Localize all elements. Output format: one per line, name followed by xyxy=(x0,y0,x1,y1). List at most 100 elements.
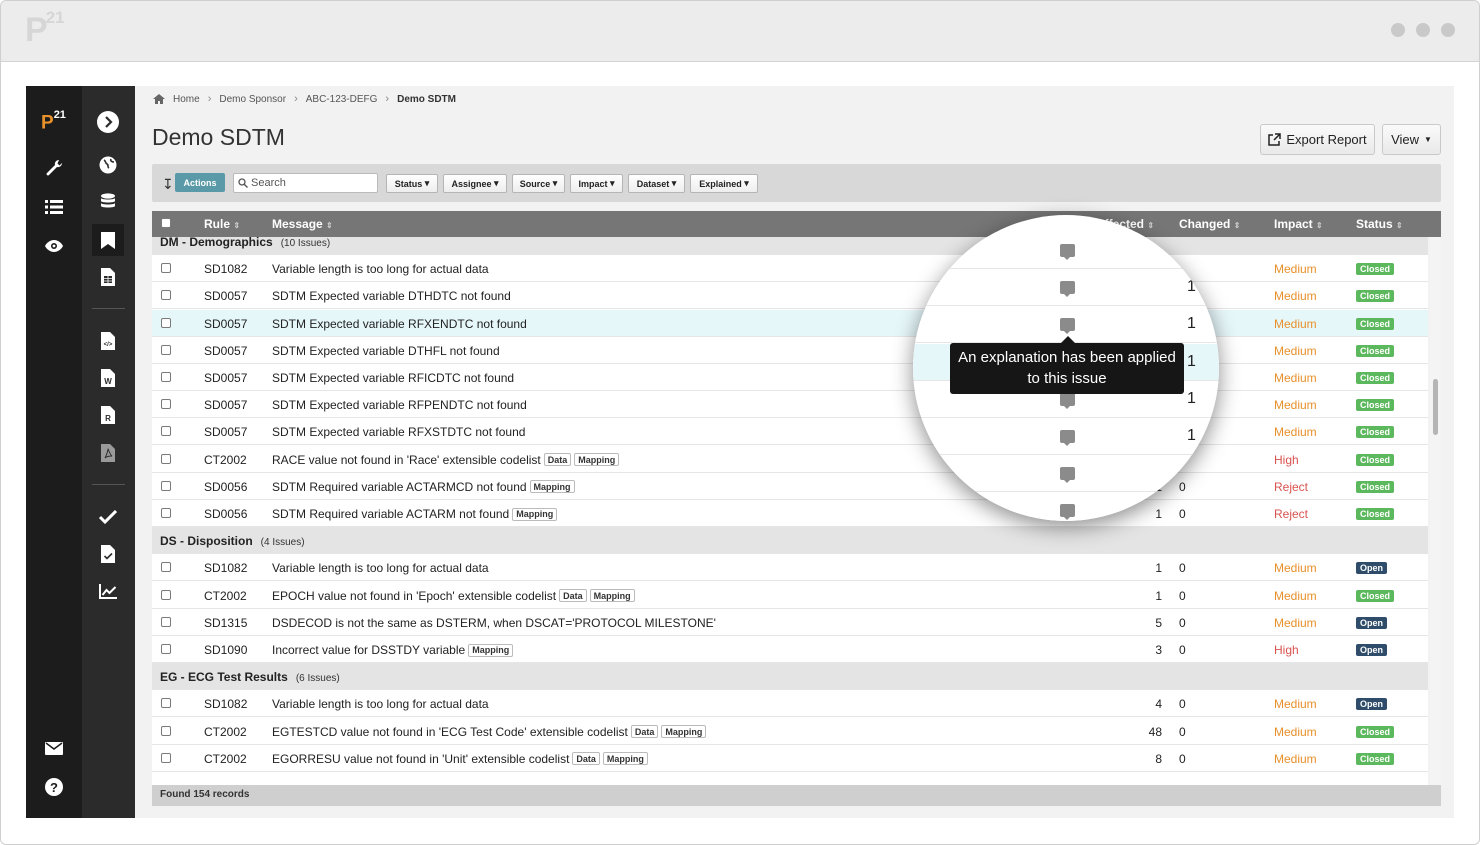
table-scrollbar[interactable] xyxy=(1430,237,1441,790)
search-input[interactable]: Search xyxy=(233,173,378,193)
export-report-button[interactable]: Export Report xyxy=(1260,124,1375,155)
table-row[interactable]: SD0056 SDTM Required variable ACTARM not … xyxy=(152,500,1428,527)
message-cell: SDTM Expected variable DTHFL not found xyxy=(272,344,500,358)
explanation-comment-icon[interactable] xyxy=(1060,318,1075,335)
table-row[interactable]: SD0057 SDTM Expected variable RFXENDTC no… xyxy=(152,309,1428,337)
row-checkbox[interactable] xyxy=(161,562,171,573)
table-row[interactable]: SD1082 Variable length is too long for ac… xyxy=(152,554,1428,582)
table-row[interactable]: SD0057 SDTM Expected variable DTHFL not f… xyxy=(152,336,1428,364)
file-check-icon[interactable] xyxy=(95,541,121,567)
rule-cell: SD0056 xyxy=(204,507,248,521)
table-row[interactable]: SD1090 Incorrect value for DSSTDY variabl… xyxy=(152,636,1428,663)
table-row[interactable]: CT2002 EGTESTCD value not found in 'ECG T… xyxy=(152,717,1428,745)
table-row[interactable]: CT2002 EPOCH value not found in 'Epoch' e… xyxy=(152,581,1428,609)
window-dot-2[interactable] xyxy=(1416,23,1430,37)
database-icon[interactable] xyxy=(95,189,121,215)
row-checkbox[interactable] xyxy=(161,616,171,627)
row-checkbox[interactable] xyxy=(161,317,171,328)
globe-icon[interactable] xyxy=(95,152,121,178)
changed-cell: 0 xyxy=(1179,588,1186,603)
explanation-comment-icon[interactable] xyxy=(1060,504,1075,521)
table-row[interactable]: CT2002 RACE value not found in 'Race' ext… xyxy=(152,445,1428,473)
filter-impact-button[interactable]: Impact ▾ xyxy=(570,174,623,193)
row-checkbox[interactable] xyxy=(161,453,171,464)
rule-cell: SD0056 xyxy=(204,479,248,494)
explanation-comment-icon[interactable] xyxy=(1060,467,1075,484)
chart-line-icon[interactable] xyxy=(95,578,121,604)
table-row[interactable]: SD1082 Variable length is too long for ac… xyxy=(152,255,1428,283)
table-row[interactable]: SD0057 SDTM Expected variable RFICDTC not… xyxy=(152,364,1428,391)
table-row[interactable]: SD1315 DSDECOD is not the same as DSTERM,… xyxy=(152,608,1428,636)
rule-cell: SD0057 xyxy=(204,289,248,304)
explanation-comment-icon[interactable] xyxy=(1060,281,1075,298)
help-icon[interactable]: ? xyxy=(41,774,67,800)
row-checkbox[interactable] xyxy=(161,725,171,736)
list-icon[interactable] xyxy=(41,194,67,220)
group-count: (6 Issues) xyxy=(295,673,340,685)
row-checkbox[interactable] xyxy=(161,644,171,654)
scrollbar-thumb[interactable] xyxy=(1433,379,1438,435)
eye-icon[interactable] xyxy=(41,233,67,259)
table-row[interactable]: CT2002 EGORRESU value not found in 'Unit'… xyxy=(152,744,1428,772)
row-checkbox[interactable] xyxy=(161,344,171,355)
group-header[interactable]: EG - ECG Test Results (6 Issues) xyxy=(152,663,1428,691)
wrench-icon[interactable] xyxy=(41,155,67,181)
filter-source-button[interactable]: Source ▾ xyxy=(512,174,565,193)
row-checkbox[interactable] xyxy=(161,263,171,274)
row-checkbox[interactable] xyxy=(161,399,171,410)
status-badge: Open xyxy=(1356,644,1388,656)
changed-cell: 0 xyxy=(1179,724,1186,739)
breadcrumb-study[interactable]: ABC-123-DEFG xyxy=(306,94,378,105)
table-row[interactable]: SD0056 SDTM Required variable ACTARMCD no… xyxy=(152,472,1428,500)
p21-logo[interactable]: P21 xyxy=(41,109,66,134)
header-rule[interactable]: Rule ⇕ xyxy=(204,217,240,231)
group-header[interactable]: DS - Disposition (4 Issues) xyxy=(152,527,1428,555)
table-row[interactable]: SD0057 SDTM Expected variable RFPENDTC no… xyxy=(152,391,1428,419)
mail-icon[interactable] xyxy=(41,735,67,761)
breadcrumb-home[interactable]: Home xyxy=(173,94,200,105)
row-checkbox[interactable] xyxy=(161,589,171,600)
xml-file-icon[interactable]: </> xyxy=(95,328,121,354)
explanation-comment-icon[interactable] xyxy=(1060,244,1075,260)
explanation-comment-icon[interactable] xyxy=(1060,430,1075,446)
pdf-file-icon[interactable] xyxy=(95,440,121,466)
sort-icon: ⇕ xyxy=(1147,221,1155,230)
table-row[interactable]: SD1082 Variable length is too long for ac… xyxy=(152,690,1428,718)
row-checkbox[interactable] xyxy=(161,372,171,382)
view-dropdown-button[interactable]: View ▼ xyxy=(1382,124,1441,155)
filter-status-button[interactable]: Status ▾ xyxy=(386,174,438,193)
row-checkbox[interactable] xyxy=(161,508,171,518)
word-file-icon[interactable]: W xyxy=(95,365,121,391)
breadcrumb-sponsor[interactable]: Demo Sponsor xyxy=(219,94,286,105)
header-message[interactable]: Message ⇕ xyxy=(272,217,333,231)
status-badge: Closed xyxy=(1356,725,1395,738)
row-checkbox[interactable] xyxy=(161,698,171,709)
window-dot-3[interactable] xyxy=(1441,23,1455,37)
sort-arrow-icon[interactable]: ↧ xyxy=(162,176,174,193)
header-status[interactable]: Status ⇕ xyxy=(1356,217,1403,231)
tag-badge: Mapping xyxy=(589,589,635,603)
explanation-comment-icon[interactable] xyxy=(1060,392,1075,409)
window-dot-1[interactable] xyxy=(1391,23,1405,37)
rx-file-icon[interactable]: R xyxy=(95,402,121,428)
select-all-checkbox[interactable] xyxy=(161,218,171,228)
header-impact[interactable]: Impact ⇕ xyxy=(1274,217,1323,231)
filter-dataset-button[interactable]: Dataset ▾ xyxy=(628,174,685,193)
table-row[interactable]: SD0057 SDTM Expected variable DTHDTC not … xyxy=(152,282,1428,310)
expand-chevron-icon[interactable] xyxy=(95,109,121,135)
filter-explained-button[interactable]: Explained ▾ xyxy=(690,174,758,193)
bookmark-icon[interactable] xyxy=(92,224,124,256)
row-checkbox[interactable] xyxy=(161,426,171,437)
message-cell: SDTM Expected variable RFPENDTC not foun… xyxy=(272,398,527,412)
row-checkbox[interactable] xyxy=(161,290,171,301)
table-row[interactable]: SD0057 SDTM Expected variable RFXSTDTC no… xyxy=(152,418,1428,446)
row-checkbox[interactable] xyxy=(161,752,171,763)
row-checkbox[interactable] xyxy=(161,480,171,491)
group-header[interactable]: DM - Demographics (10 Issues) xyxy=(152,237,1428,255)
header-changed[interactable]: Changed ⇕ xyxy=(1179,217,1240,231)
tag-badge: Data xyxy=(630,725,659,739)
spreadsheet-icon[interactable] xyxy=(95,264,121,290)
actions-button[interactable]: Actions xyxy=(175,173,225,192)
check-icon[interactable] xyxy=(95,504,121,530)
filter-assignee-button[interactable]: Assignee ▾ xyxy=(443,174,507,193)
